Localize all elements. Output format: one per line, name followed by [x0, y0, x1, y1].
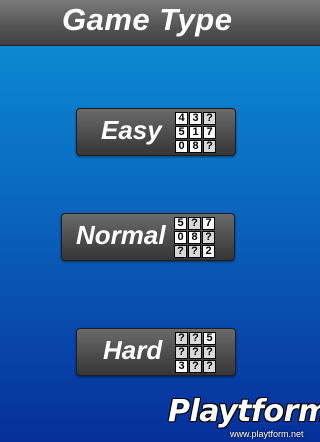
grid-cell: ? [189, 332, 202, 345]
grid-cell: 5 [175, 126, 188, 139]
grid-cell: 0 [174, 231, 187, 244]
grid-cell: 5 [174, 217, 187, 230]
grid-cell: ? [189, 346, 202, 359]
grid-cell: ? [189, 360, 202, 373]
header-bar: Game Type [0, 0, 320, 46]
grid-cell: 7 [203, 126, 216, 139]
grid-cell: ? [203, 112, 216, 125]
grid-cell: ? [188, 245, 201, 258]
grid-cell: ? [175, 346, 188, 359]
playtform-watermark: Playtform www.playtform.net [168, 394, 320, 442]
watermark-url: www.playtform.net [230, 429, 304, 439]
grid-cell: 3 [189, 112, 202, 125]
hard-puzzle-preview: ? ? 5 ? ? ? 3 ? ? [175, 332, 216, 373]
grid-cell: 4 [175, 112, 188, 125]
hard-button-label: Hard [103, 335, 163, 365]
normal-button[interactable]: Normal 5 ? 7 0 8 ? ? ? 2 [61, 213, 235, 261]
page-title: Game Type [62, 2, 233, 37]
hard-button[interactable]: Hard ? ? 5 ? ? ? 3 ? ? [76, 328, 236, 376]
easy-puzzle-preview: 4 3 ? 5 1 7 0 8 ? [175, 112, 216, 153]
grid-cell: 7 [202, 217, 215, 230]
grid-cell: ? [188, 217, 201, 230]
grid-cell: 2 [202, 245, 215, 258]
normal-button-label: Normal [76, 220, 166, 250]
easy-button-label: Easy [101, 115, 162, 145]
grid-cell: ? [203, 360, 216, 373]
grid-cell: 8 [188, 231, 201, 244]
grid-cell: 1 [189, 126, 202, 139]
grid-cell: ? [202, 231, 215, 244]
normal-puzzle-preview: 5 ? 7 0 8 ? ? ? 2 [174, 217, 215, 258]
grid-cell: 0 [175, 140, 188, 153]
watermark-logo-text: Playtform [168, 394, 320, 429]
grid-cell: 3 [175, 360, 188, 373]
grid-cell: ? [174, 245, 187, 258]
grid-cell: 5 [203, 332, 216, 345]
grid-cell: ? [175, 332, 188, 345]
grid-cell: 8 [189, 140, 202, 153]
easy-button[interactable]: Easy 4 3 ? 5 1 7 0 8 ? [76, 108, 236, 156]
grid-cell: ? [203, 140, 216, 153]
grid-cell: ? [203, 346, 216, 359]
